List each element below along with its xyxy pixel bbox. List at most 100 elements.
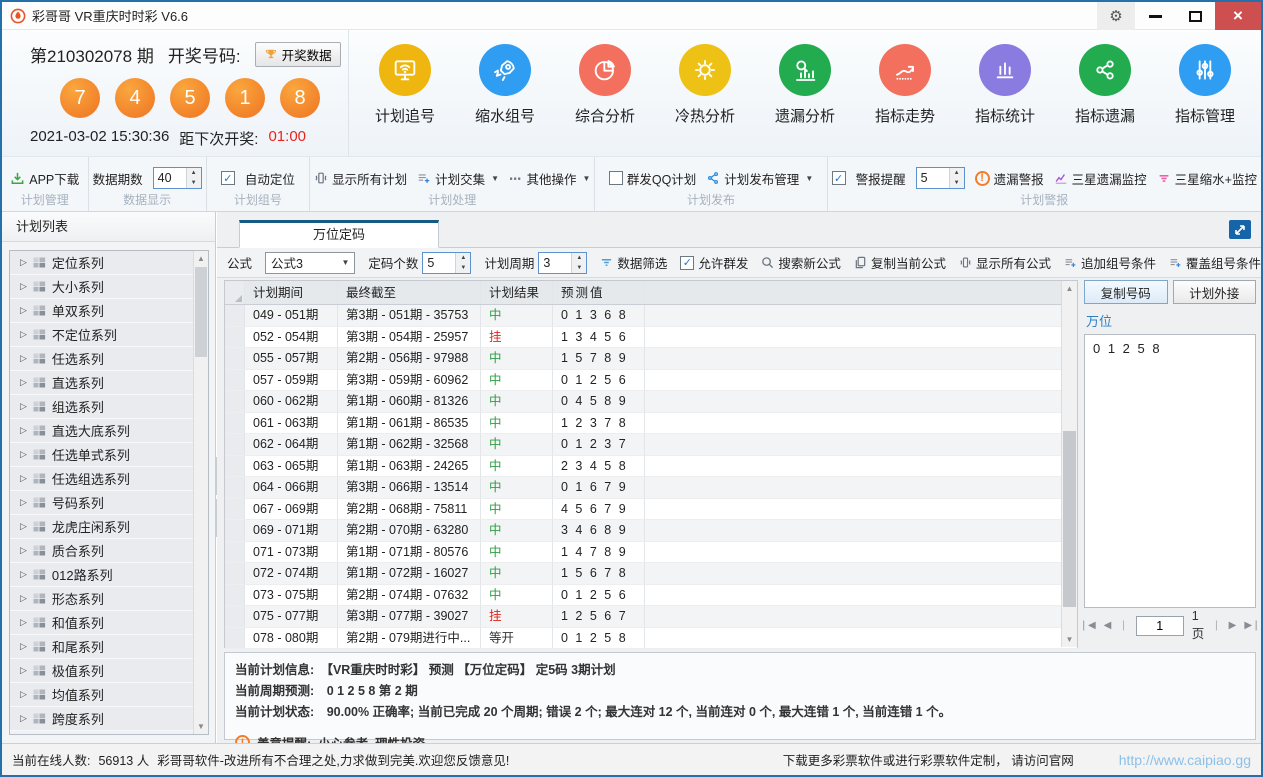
- row-selector-cell[interactable]: [225, 563, 245, 585]
- three-star-omission-monitor-button[interactable]: 三星遗漏监控: [1054, 169, 1147, 188]
- alert-remind-checkbox[interactable]: ✓: [832, 171, 846, 185]
- expand-triangle-icon[interactable]: ▷: [20, 641, 27, 652]
- row-selector-cell[interactable]: [225, 305, 245, 327]
- allow-send-checkbox-box[interactable]: ✓: [680, 256, 694, 270]
- table-row[interactable]: 055 - 057期第2期 - 056期 - 97988中1 5 7 8 9: [225, 348, 1077, 370]
- stepper-arrows-icon[interactable]: ▲▼: [949, 168, 964, 188]
- sidebar-item-任选系列[interactable]: ▷任选系列: [10, 347, 193, 371]
- row-selector-cell[interactable]: [225, 281, 245, 304]
- copy-formula-button[interactable]: 复制当前公式: [854, 253, 946, 272]
- row-selector-cell[interactable]: [225, 370, 245, 392]
- sidebar-item-单双系列[interactable]: ▷单双系列: [10, 299, 193, 323]
- row-selector-cell[interactable]: [225, 628, 245, 650]
- sidebar-item-和尾系列[interactable]: ▷和尾系列: [10, 635, 193, 659]
- expand-triangle-icon[interactable]: ▷: [20, 689, 27, 700]
- table-row[interactable]: 064 - 066期第3期 - 066期 - 13514中0 1 6 7 9: [225, 477, 1077, 499]
- draw-data-button[interactable]: 开奖数据: [255, 42, 341, 67]
- table-row[interactable]: 078 - 080期第2期 - 079期进行中...等开0 1 2 5 8: [225, 628, 1077, 650]
- row-selector-cell[interactable]: [225, 456, 245, 478]
- expand-triangle-icon[interactable]: ▷: [20, 545, 27, 556]
- table-row[interactable]: 075 - 077期第3期 - 077期 - 39027挂1 2 5 6 7: [225, 606, 1077, 628]
- row-selector-cell[interactable]: [225, 477, 245, 499]
- sidebar-item-直选大底系列[interactable]: ▷直选大底系列: [10, 419, 193, 443]
- scrollbar-thumb[interactable]: [1063, 431, 1076, 607]
- table-row[interactable]: 063 - 065期第1期 - 063期 - 24265中2 3 4 5 8: [225, 456, 1077, 478]
- scrollbar-thumb[interactable]: [195, 267, 207, 357]
- expand-triangle-icon[interactable]: ▷: [20, 665, 27, 676]
- digit-count-stepper[interactable]: 5▲▼: [422, 252, 471, 274]
- expand-triangle-icon[interactable]: ▷: [20, 593, 27, 604]
- table-row[interactable]: 061 - 063期第1期 - 061期 - 86535中1 2 3 7 8: [225, 413, 1077, 435]
- expand-triangle-icon[interactable]: ▷: [20, 713, 27, 724]
- cycle-stepper[interactable]: 3▲▼: [538, 252, 587, 274]
- row-selector-cell[interactable]: [225, 327, 245, 349]
- settings-gear-icon[interactable]: ⚙: [1097, 2, 1135, 30]
- sidebar-item-组选系列[interactable]: ▷组选系列: [10, 395, 193, 419]
- maximize-button[interactable]: [1175, 2, 1215, 30]
- formula-select[interactable]: 公式3▼: [265, 252, 355, 274]
- table-row[interactable]: 072 - 074期第1期 - 072期 - 16027中1 5 6 7 8: [225, 563, 1077, 585]
- expand-triangle-icon[interactable]: ▷: [20, 257, 27, 268]
- expand-triangle-icon[interactable]: ▷: [20, 353, 27, 364]
- close-button[interactable]: ×: [1215, 2, 1261, 30]
- sidebar-item-均值系列[interactable]: ▷均值系列: [10, 683, 193, 707]
- row-selector-cell[interactable]: [225, 542, 245, 564]
- sidebar-item-号码系列[interactable]: ▷号码系列: [10, 491, 193, 515]
- other-operations-dropdown[interactable]: ⋯ 其他操作▼: [509, 169, 590, 188]
- table-row[interactable]: 067 - 069期第2期 - 068期 - 75811中4 5 6 7 9: [225, 499, 1077, 521]
- prediction-numbers-box[interactable]: 0 1 2 5 8: [1084, 334, 1256, 608]
- sidebar-item-任选单式系列[interactable]: ▷任选单式系列: [10, 443, 193, 467]
- stepper-arrows-icon[interactable]: ▲▼: [455, 253, 470, 273]
- expand-panel-button[interactable]: [1229, 220, 1251, 239]
- next-page-icon[interactable]: ▶: [1229, 620, 1237, 631]
- last-page-icon[interactable]: ▶❘: [1244, 620, 1260, 631]
- stepper-arrows-icon[interactable]: ▲▼: [571, 253, 586, 273]
- nav-item-指标遗漏[interactable]: 指标遗漏: [1055, 44, 1155, 126]
- show-all-formula-button[interactable]: 显示所有公式: [959, 253, 1051, 272]
- nav-item-指标统计[interactable]: 指标统计: [955, 44, 1055, 126]
- sidebar-item-不定位系列[interactable]: ▷不定位系列: [10, 323, 193, 347]
- copy-number-button[interactable]: 复制号码: [1084, 280, 1168, 304]
- expand-triangle-icon[interactable]: ▷: [20, 521, 27, 532]
- data-filter-button[interactable]: 数据筛选: [600, 253, 667, 272]
- sidebar-item-和值系列[interactable]: ▷和值系列: [10, 611, 193, 635]
- expand-triangle-icon[interactable]: ▷: [20, 305, 27, 316]
- tab-wanwei-dingma[interactable]: 万位定码: [239, 220, 439, 248]
- expand-triangle-icon[interactable]: ▷: [20, 377, 27, 388]
- app-download-button[interactable]: APP下载: [10, 169, 79, 188]
- plan-intersect-dropdown[interactable]: 计划交集▼: [417, 169, 499, 188]
- stepper-arrows-icon[interactable]: ▲▼: [186, 168, 201, 188]
- show-all-plans-button[interactable]: 显示所有计划: [314, 169, 407, 188]
- nav-item-冷热分析[interactable]: 冷热分析: [655, 44, 755, 126]
- official-site-link[interactable]: http://www.caipiao.gg: [1119, 752, 1251, 768]
- sidebar-item-极值系列[interactable]: ▷极值系列: [10, 659, 193, 683]
- sidebar-item-任选组选系列[interactable]: ▷任选组选系列: [10, 467, 193, 491]
- table-scrollbar[interactable]: ▲ ▼: [1061, 281, 1077, 647]
- expand-triangle-icon[interactable]: ▷: [20, 449, 27, 460]
- expand-triangle-icon[interactable]: ▷: [20, 473, 27, 484]
- nav-item-综合分析[interactable]: 综合分析: [555, 44, 655, 126]
- expand-triangle-icon[interactable]: ▷: [20, 497, 27, 508]
- row-selector-cell[interactable]: [225, 499, 245, 521]
- expand-triangle-icon[interactable]: ▷: [20, 617, 27, 628]
- sidebar-item-定位系列[interactable]: ▷定位系列: [10, 251, 193, 275]
- row-selector-cell[interactable]: [225, 606, 245, 628]
- expand-triangle-icon[interactable]: ▷: [20, 425, 27, 436]
- sidebar-item-012路系列[interactable]: ▷012路系列: [10, 563, 193, 587]
- scroll-up-icon[interactable]: ▲: [1062, 281, 1077, 296]
- expand-triangle-icon[interactable]: ▷: [20, 329, 27, 340]
- sidebar-item-质合系列[interactable]: ▷质合系列: [10, 539, 193, 563]
- sidebar-item-形态系列[interactable]: ▷形态系列: [10, 587, 193, 611]
- table-row[interactable]: 071 - 073期第1期 - 071期 - 80576中1 4 7 8 9: [225, 542, 1077, 564]
- sidebar-item-直选系列[interactable]: ▷直选系列: [10, 371, 193, 395]
- allow-send-checkbox[interactable]: ✓ 允许群发: [680, 253, 748, 272]
- alert-remind-stepper[interactable]: 5▲▼: [916, 167, 965, 189]
- table-row[interactable]: 062 - 064期第1期 - 062期 - 32568中0 1 2 3 7: [225, 434, 1077, 456]
- nav-item-计划追号[interactable]: 计划追号: [355, 44, 455, 126]
- sidebar-item-跨度系列[interactable]: ▷跨度系列: [10, 707, 193, 731]
- data-period-stepper[interactable]: 40▲▼: [153, 167, 202, 189]
- row-selector-cell[interactable]: [225, 434, 245, 456]
- nav-item-指标走势[interactable]: 指标走势: [855, 44, 955, 126]
- row-selector-cell[interactable]: [225, 348, 245, 370]
- expand-triangle-icon[interactable]: ▷: [20, 281, 27, 292]
